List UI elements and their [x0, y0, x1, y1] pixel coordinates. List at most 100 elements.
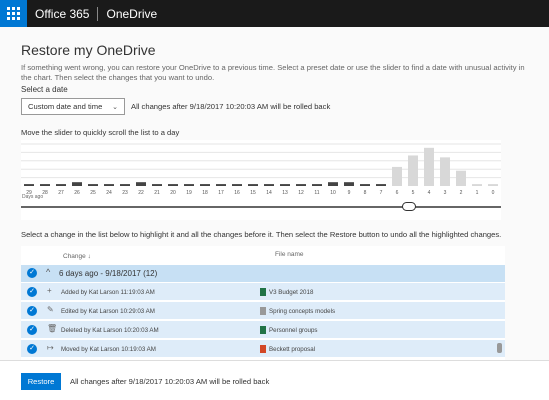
- chart-bar: [296, 184, 306, 186]
- change-description: Edited by Kat Larson 10:29:03 AM: [61, 308, 155, 315]
- trash-icon: 🗑: [47, 324, 58, 333]
- date-dropdown-value: Custom date and time: [28, 102, 103, 111]
- chart-bar: [216, 184, 226, 186]
- app-launcher-icon[interactable]: [0, 0, 27, 27]
- chart-tick-label: 2: [460, 190, 463, 196]
- chart-bar: [488, 184, 498, 186]
- group-row[interactable]: ✓ ^ 6 days ago - 9/18/2017 (12): [21, 265, 505, 282]
- chart-bar: [424, 147, 434, 186]
- instructions: Select a change in the list below to hig…: [21, 230, 502, 239]
- file-name[interactable]: Beckett proposal: [269, 346, 315, 353]
- days-ago-label: Days ago: [22, 194, 44, 200]
- divider: [97, 6, 99, 21]
- page-title: Restore my OneDrive: [21, 42, 156, 58]
- list-row[interactable]: ✓ + Added by Kat Larson 11:19:03 AM V3 Budg…: [21, 282, 505, 300]
- check-icon[interactable]: ✓: [27, 325, 37, 335]
- chart-tick-label: 26: [74, 190, 80, 196]
- plus-icon: +: [47, 286, 52, 295]
- chart-bar: [88, 184, 98, 186]
- file-name[interactable]: Spring concepts models: [269, 308, 335, 315]
- chart-tick-label: 24: [106, 190, 112, 196]
- chart-bar: [312, 184, 322, 186]
- chart-tick-label: 1: [476, 190, 479, 196]
- change-description: Deleted by Kat Larson 10:20:03 AM: [61, 327, 159, 334]
- chart-bar: [152, 184, 162, 186]
- changes-list: Change ↓ File name ✓ ^ 6 days ago - 9/18…: [21, 246, 505, 360]
- activity-chart: 29 28 27 26 25 24 23 22 21 20 19 18 17 16 15 14 13 12 11 10…: [21, 140, 501, 220]
- check-icon[interactable]: ✓: [27, 268, 37, 278]
- chevron-up-icon[interactable]: ^: [46, 267, 50, 277]
- slider-thumb[interactable]: [402, 202, 416, 211]
- chart-tick-label: 20: [170, 190, 176, 196]
- file-name[interactable]: V3 Budget 2018: [269, 289, 313, 296]
- list-row[interactable]: ✓ ✎ Edited by Kat Larson 10:29:03 AM Spring…: [21, 301, 505, 319]
- chart-tick-label: 23: [122, 190, 128, 196]
- chart-tick-label: 10: [330, 190, 336, 196]
- rollback-note: All changes after 9/18/2017 10:20:03 AM …: [131, 102, 331, 111]
- app-name[interactable]: OneDrive: [106, 7, 157, 21]
- column-change[interactable]: Change ↓: [63, 253, 91, 260]
- chart-bar: [408, 155, 418, 186]
- chart-tick-label: 14: [266, 190, 272, 196]
- chart-bar: [184, 184, 194, 186]
- chart-tick-label: 19: [186, 190, 192, 196]
- generic-file-icon: [260, 307, 266, 315]
- move-icon: ↦: [47, 343, 54, 352]
- chart-tick-label: 9: [348, 190, 351, 196]
- list-row[interactable]: ✓ 🗑 Deleted by Kat Larson 10:20:03 AM Perso…: [21, 320, 505, 338]
- chart-bar: [392, 166, 402, 186]
- excel-file-icon: [260, 288, 266, 296]
- footer-bar: Restore All changes after 9/18/2017 10:2…: [0, 360, 549, 400]
- chart-tick-label: 8: [364, 190, 367, 196]
- chart-tick-label: 13: [282, 190, 288, 196]
- chart-bar: [24, 184, 34, 186]
- excel-file-icon: [260, 326, 266, 334]
- chart-tick-label: 16: [234, 190, 240, 196]
- chart-bar: [200, 184, 210, 186]
- chart-tick-label: 25: [90, 190, 96, 196]
- check-icon[interactable]: ✓: [27, 306, 37, 316]
- chevron-down-icon: ⌄: [112, 103, 118, 111]
- chart-tick-label: 27: [58, 190, 64, 196]
- column-file-name[interactable]: File name: [275, 251, 304, 258]
- slider-label: Move the slider to quickly scroll the li…: [21, 128, 180, 137]
- chart-tick-label: 18: [202, 190, 208, 196]
- chart-tick-label: 15: [250, 190, 256, 196]
- chart-bar: [40, 184, 50, 186]
- page-description: If something went wrong, you can restore…: [21, 63, 525, 82]
- chart-bar: [248, 184, 258, 186]
- powerpoint-file-icon: [260, 345, 266, 353]
- list-row[interactable]: ✓ ↦ Moved by Kat Larson 10:19:03 AM Beckett…: [21, 339, 505, 357]
- activity-chart-svg: 29 28 27 26 25 24 23 22 21 20 19 18 17 16 15 14 13 12 11 10…: [21, 143, 501, 196]
- chart-tick-label: 7: [380, 190, 383, 196]
- slider-track[interactable]: [21, 206, 501, 208]
- chart-bar: [72, 182, 82, 186]
- select-date-label: Select a date: [21, 85, 68, 94]
- brand-name[interactable]: Office 365: [35, 7, 89, 21]
- chart-bar: [280, 184, 290, 186]
- chart-bar: [456, 170, 466, 186]
- chart-tick-label: 11: [314, 190, 319, 196]
- chart-tick-label: 0: [492, 190, 495, 196]
- chart-tick-label: 22: [138, 190, 144, 196]
- top-bar: Office 365 OneDrive: [0, 0, 549, 27]
- group-label: 6 days ago - 9/18/2017 (12): [59, 269, 158, 278]
- chart-bar: [232, 184, 242, 186]
- chart-bar: [376, 184, 386, 186]
- edit-icon: ✎: [47, 305, 54, 314]
- restore-button[interactable]: Restore: [21, 373, 61, 390]
- chart-tick-label: 3: [444, 190, 447, 196]
- chart-tick-label: 17: [218, 190, 224, 196]
- chart-bar: [440, 157, 450, 186]
- chart-bar: [472, 184, 482, 186]
- check-icon[interactable]: ✓: [27, 344, 37, 354]
- scrollbar-thumb[interactable]: [497, 343, 502, 353]
- date-dropdown[interactable]: Custom date and time ⌄: [21, 98, 125, 115]
- chart-bar: [344, 182, 354, 186]
- check-icon[interactable]: ✓: [27, 287, 37, 297]
- file-name[interactable]: Personnel groups: [269, 327, 318, 334]
- chart-tick-label: 6: [396, 190, 399, 196]
- chart-tick-label: 5: [412, 190, 415, 196]
- chart-tick-label: 4: [428, 190, 431, 196]
- chart-tick-label: 21: [154, 190, 160, 196]
